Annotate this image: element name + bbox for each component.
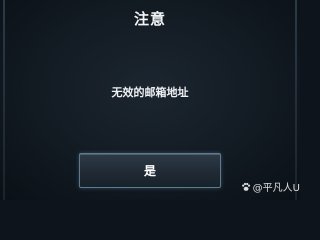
confirm-button-label: 是 — [143, 164, 156, 178]
dialog-title: 注意 — [133, 10, 166, 28]
dialog-message: 无效的邮箱地址 — [111, 86, 189, 99]
dialog-frame-left — [3, 0, 5, 200]
dialog-frame-right — [295, 0, 297, 200]
confirm-button[interactable]: 是 — [79, 153, 221, 188]
alert-dialog: 注意 无效的邮箱地址 是 @平凡人U — [0, 0, 300, 200]
watermark-text: @平凡人U — [252, 183, 300, 194]
paw-icon — [241, 182, 250, 191]
watermark: @平凡人U — [241, 179, 300, 194]
